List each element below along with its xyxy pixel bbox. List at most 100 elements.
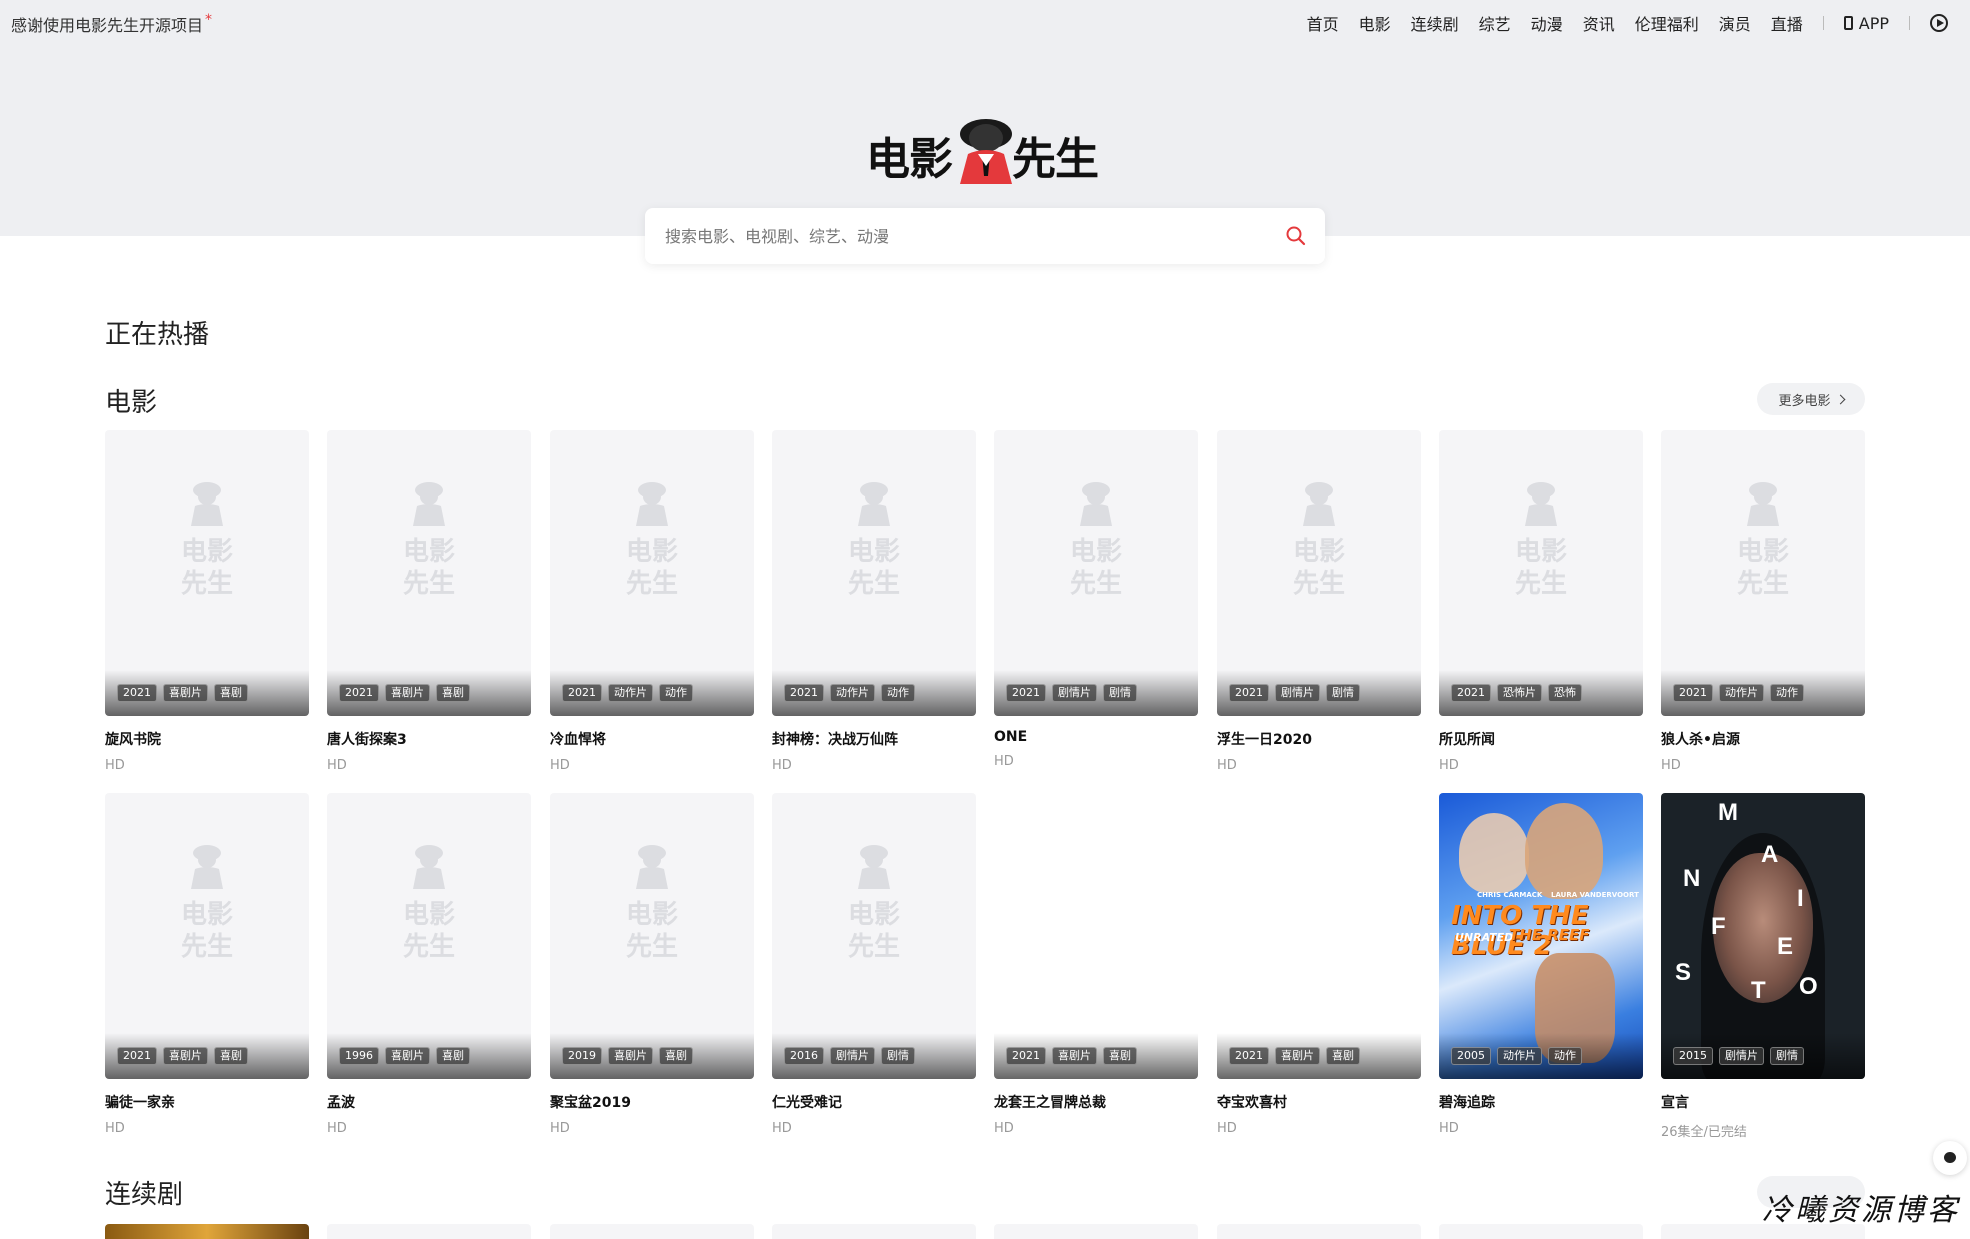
nav-variety[interactable]: 综艺: [1479, 11, 1511, 35]
movie-card[interactable]: 电影 先生 2021 喜剧片 喜剧 唐人街探案3 HD: [327, 430, 531, 773]
poster-tag: 剧情: [1326, 684, 1360, 702]
movie-poster[interactable]: 电影 先生 2021 动作片 动作: [550, 430, 754, 716]
poster-letter: N: [1683, 865, 1701, 892]
series-card[interactable]: [105, 1224, 309, 1239]
search-input[interactable]: [665, 208, 1245, 264]
nav-home[interactable]: 首页: [1307, 11, 1339, 35]
movie-title[interactable]: 浮生一日2020: [1217, 729, 1421, 749]
movie-title[interactable]: 所见所闻: [1439, 729, 1643, 749]
poster-tag: 2019: [562, 1047, 602, 1065]
movie-title[interactable]: 仁光受难记: [772, 1092, 976, 1112]
placeholder-text-bottom: 先生: [1737, 569, 1789, 599]
placeholder-text-top: 电影: [181, 900, 233, 930]
series-card[interactable]: [550, 1224, 754, 1239]
poster-tags: 2021 喜剧片 喜剧: [1229, 1047, 1366, 1065]
movie-poster[interactable]: 电影 先生 2021 剧情片 剧情: [1217, 430, 1421, 716]
series-card[interactable]: [327, 1224, 531, 1239]
movie-poster[interactable]: CHRIS CARMACK LAURA VANDERVOORT INTO THE B…: [1439, 793, 1643, 1079]
nav-anime[interactable]: 动漫: [1531, 11, 1563, 35]
movie-poster[interactable]: 电影 先生 2021 动作片 动作: [772, 430, 976, 716]
poster-badge: UNRATED: [1455, 931, 1514, 944]
movie-poster[interactable]: 电影 先生 2019 喜剧片 喜剧: [550, 793, 754, 1079]
placeholder-text-bottom: 先生: [626, 569, 678, 599]
movie-poster[interactable]: 2021 喜剧片 喜剧: [1217, 793, 1421, 1079]
movie-status: HD: [772, 1121, 792, 1136]
movie-poster[interactable]: 电影 先生 2021 剧情片 剧情: [994, 430, 1198, 716]
nav-live[interactable]: 直播: [1771, 11, 1803, 35]
movie-poster[interactable]: 电影 先生 1996 喜剧片 喜剧: [327, 793, 531, 1079]
movie-poster[interactable]: 2021 喜剧片 喜剧: [994, 793, 1198, 1079]
movie-card[interactable]: 电影 先生 2021 喜剧片 喜剧 旋风书院 HD: [105, 430, 309, 773]
series-card[interactable]: [1439, 1224, 1643, 1239]
movie-poster[interactable]: 电影 先生 2016 剧情片 剧情: [772, 793, 976, 1079]
movie-title[interactable]: 唐人街探案3: [327, 729, 531, 749]
chat-icon[interactable]: [1933, 1141, 1967, 1175]
movies-section-title: 电影: [105, 388, 158, 418]
movie-card[interactable]: 电影 先生 2021 动作片 动作 狼人杀•启源 HD: [1661, 430, 1865, 773]
logo-man-icon: [960, 119, 1012, 184]
poster-letter: E: [1777, 933, 1794, 960]
movie-title[interactable]: ONE: [994, 729, 1198, 745]
poster-tag: 2021: [339, 684, 379, 702]
movie-card[interactable]: 2021 喜剧片 喜剧 夺宝欢喜村 HD: [1217, 793, 1421, 1136]
series-card[interactable]: [1217, 1224, 1421, 1239]
nav-movies[interactable]: 电影: [1359, 11, 1391, 35]
movie-card[interactable]: 电影 先生 2021 喜剧片 喜剧 骗徒一家亲 HD: [105, 793, 309, 1136]
movie-card[interactable]: M A N I F E S T O 2015 剧情片 剧情 宣言 26集全/已完结: [1661, 793, 1865, 1140]
poster-tag: 剧情: [881, 1047, 915, 1065]
movie-title[interactable]: 狼人杀•启源: [1661, 729, 1865, 749]
movie-card[interactable]: 电影 先生 2021 动作片 动作 封神榜：决战万仙阵 HD: [772, 430, 976, 773]
movie-card[interactable]: 电影 先生 2021 剧情片 剧情 浮生一日2020 HD: [1217, 430, 1421, 773]
movie-title[interactable]: 冷血悍将: [550, 729, 754, 749]
nav-series[interactable]: 连续剧: [1411, 11, 1459, 35]
series-card[interactable]: [994, 1224, 1198, 1239]
more-movies-button[interactable]: 更多电影: [1757, 383, 1865, 415]
poster-letter: T: [1751, 977, 1766, 1004]
poster-tag: 2015: [1673, 1047, 1713, 1065]
play-history-icon[interactable]: [1930, 14, 1948, 32]
site-logo[interactable]: 电影 先生: [866, 116, 1102, 188]
movie-title[interactable]: 骗徒一家亲: [105, 1092, 309, 1112]
movie-title[interactable]: 聚宝盆2019: [550, 1092, 754, 1112]
poster-tag: 动作: [1548, 1047, 1582, 1065]
movie-title[interactable]: 孟波: [327, 1092, 531, 1112]
movie-card[interactable]: 电影 先生 2021 动作片 动作 冷血悍将 HD: [550, 430, 754, 773]
movie-card[interactable]: 2021 喜剧片 喜剧 龙套王之冒牌总裁 HD: [994, 793, 1198, 1136]
poster-tag: 喜剧: [1103, 1047, 1137, 1065]
movie-title[interactable]: 封神榜：决战万仙阵: [772, 729, 976, 749]
movie-poster[interactable]: 电影 先生 2021 喜剧片 喜剧: [105, 430, 309, 716]
phone-icon: [1843, 16, 1853, 30]
poster-tag: 喜剧片: [1052, 1047, 1097, 1065]
nav-actors[interactable]: 演员: [1719, 11, 1751, 35]
movie-title[interactable]: 旋风书院: [105, 729, 309, 749]
movie-poster[interactable]: 电影 先生 2021 喜剧片 喜剧: [327, 430, 531, 716]
movie-poster[interactable]: M A N I F E S T O 2015 剧情片 剧情: [1661, 793, 1865, 1079]
movie-title[interactable]: 夺宝欢喜村: [1217, 1092, 1421, 1112]
poster-tag: 剧情: [1103, 684, 1137, 702]
poster-credit: LAURA VANDERVOORT: [1551, 891, 1639, 899]
poster-tags: 2021 动作片 动作: [562, 684, 699, 702]
movie-title[interactable]: 宣言: [1661, 1092, 1865, 1112]
movie-poster[interactable]: 电影 先生 2021 恐怖片 恐怖: [1439, 430, 1643, 716]
series-card[interactable]: [772, 1224, 976, 1239]
search-icon[interactable]: [1285, 225, 1307, 247]
movie-card[interactable]: CHRIS CARMACK LAURA VANDERVOORT INTO THE B…: [1439, 793, 1643, 1136]
poster-tag: 喜剧: [214, 684, 248, 702]
poster-tag: 1996: [339, 1047, 379, 1065]
movie-card[interactable]: 电影 先生 2021 剧情片 剧情 ONE HD: [994, 430, 1198, 769]
movie-card[interactable]: 电影 先生 2019 喜剧片 喜剧 聚宝盆2019 HD: [550, 793, 754, 1136]
movie-title[interactable]: 龙套王之冒牌总裁: [994, 1092, 1198, 1112]
movie-card[interactable]: 电影 先生 2021 恐怖片 恐怖 所见所闻 HD: [1439, 430, 1643, 773]
nav-ethics[interactable]: 伦理福利: [1635, 11, 1699, 35]
poster-tag: 2021: [117, 684, 157, 702]
placeholder-text-bottom: 先生: [626, 932, 678, 962]
movie-card[interactable]: 电影 先生 2016 剧情片 剧情仁光受难记 HD: [772, 793, 976, 1136]
poster-tag: 2021: [562, 684, 602, 702]
movie-poster[interactable]: 电影 先生 2021 喜剧片 喜剧: [105, 793, 309, 1079]
movie-title[interactable]: 碧海追踪: [1439, 1092, 1643, 1112]
poster-tag: 2021: [1006, 1047, 1046, 1065]
movie-poster[interactable]: 电影 先生 2021 动作片 动作: [1661, 430, 1865, 716]
nav-news[interactable]: 资讯: [1583, 11, 1615, 35]
app-link[interactable]: APP: [1843, 14, 1889, 33]
movie-card[interactable]: 电影 先生 1996 喜剧片 喜剧 孟波 HD: [327, 793, 531, 1136]
